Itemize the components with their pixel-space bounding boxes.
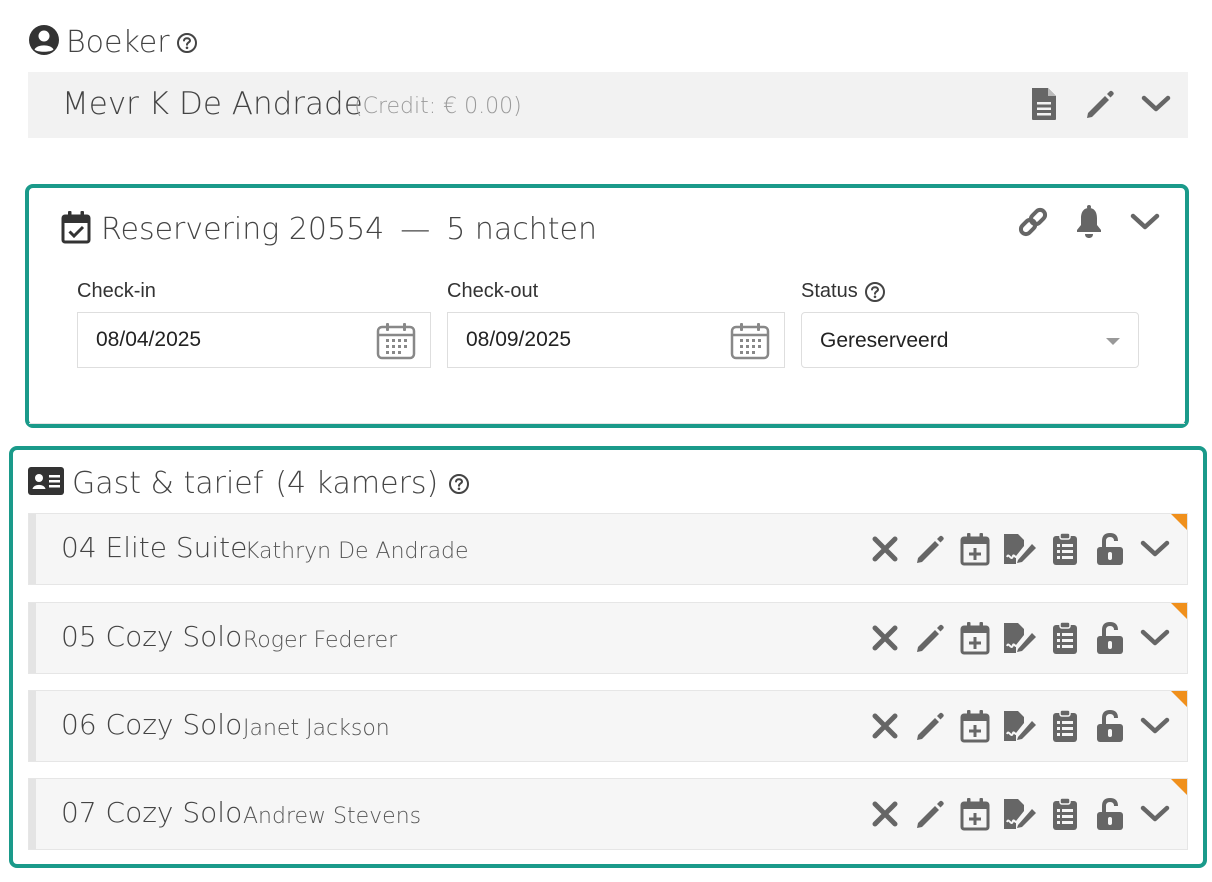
room-actions	[867, 708, 1173, 744]
clipboard-list-icon[interactable]	[1047, 708, 1083, 744]
booker-name: Mevr K De Andrade	[62, 86, 363, 122]
row-accent-bar	[29, 514, 36, 584]
row-accent-bar	[29, 603, 36, 673]
clipboard-list-icon[interactable]	[1047, 531, 1083, 567]
guest-name: Andrew Stevens	[243, 804, 422, 829]
pencil-icon[interactable]	[1082, 86, 1118, 122]
question-circle-icon[interactable]	[864, 281, 886, 303]
guest-name: Roger Federer	[243, 628, 398, 653]
caret-down-icon	[1106, 338, 1120, 345]
room-name: 06 Cozy Solo	[61, 708, 243, 741]
x-icon[interactable]	[867, 531, 903, 567]
guests-title: Gast & tarief	[72, 466, 264, 501]
checkout-input[interactable]	[464, 327, 708, 353]
reservation-header: Reservering 20554 — 5 nachten	[61, 210, 597, 249]
reservation-actions	[1015, 204, 1163, 240]
unlock-icon[interactable]	[1092, 531, 1128, 567]
divider	[29, 423, 1185, 424]
room-actions	[867, 531, 1173, 567]
status-select[interactable]: Gereserveerd	[801, 312, 1139, 368]
chevron-down-icon[interactable]	[1137, 796, 1173, 832]
chevron-down-icon[interactable]	[1137, 620, 1173, 656]
corner-flag	[1171, 514, 1187, 530]
calendar-plus-icon[interactable]	[957, 796, 993, 832]
x-icon[interactable]	[867, 796, 903, 832]
guests-panel: Gast & tarief (4 kamers) 04 Elite Suite …	[9, 446, 1207, 868]
signature-icon[interactable]	[1002, 796, 1038, 832]
room-row[interactable]: 05 Cozy Solo Roger Federer	[28, 602, 1188, 674]
room-name: 07 Cozy Solo	[61, 796, 243, 829]
reservation-separator: —	[400, 212, 431, 247]
checkout-label-text: Check-out	[447, 280, 539, 302]
unlock-icon[interactable]	[1092, 620, 1128, 656]
bell-icon[interactable]	[1071, 204, 1107, 240]
row-accent-bar	[29, 779, 36, 849]
calendar-plus-icon[interactable]	[957, 531, 993, 567]
document-icon[interactable]	[1026, 86, 1062, 122]
pencil-icon[interactable]	[912, 708, 948, 744]
calendar-icon[interactable]	[376, 322, 416, 365]
booker-bar: Mevr K De Andrade (Credit: € 0.00)	[28, 72, 1188, 138]
reservation-nights: 5 nachten	[446, 212, 598, 247]
room-actions	[867, 796, 1173, 832]
clipboard-list-icon[interactable]	[1047, 796, 1083, 832]
room-name: 04 Elite Suite	[61, 531, 248, 564]
chevron-down-icon[interactable]	[1127, 204, 1163, 240]
question-circle-icon[interactable]	[448, 467, 470, 500]
calendar-plus-icon[interactable]	[957, 620, 993, 656]
booker-credit: (Credit: € 0.00)	[354, 94, 522, 119]
booker-title: Boeker	[66, 24, 170, 60]
corner-flag	[1171, 691, 1187, 707]
chevron-down-icon[interactable]	[1138, 86, 1174, 122]
booker-section-title: Boeker	[28, 22, 198, 62]
guest-name: Janet Jackson	[243, 716, 390, 741]
checkout-label: Check-out	[447, 280, 538, 303]
calendar-plus-icon[interactable]	[957, 708, 993, 744]
room-actions	[867, 620, 1173, 656]
booker-actions	[1026, 86, 1174, 122]
signature-icon[interactable]	[1002, 708, 1038, 744]
checkin-input[interactable]	[94, 327, 338, 353]
guest-name: Kathryn De Andrade	[245, 539, 469, 564]
checkin-label-text: Check-in	[77, 280, 156, 302]
clipboard-list-icon[interactable]	[1047, 620, 1083, 656]
guests-room-count: (4 kamers)	[275, 466, 439, 501]
signature-icon[interactable]	[1002, 620, 1038, 656]
chevron-down-icon[interactable]	[1137, 708, 1173, 744]
pencil-icon[interactable]	[912, 620, 948, 656]
reservation-panel: Reservering 20554 — 5 nachten Check-in 0…	[25, 184, 1189, 428]
room-name: 05 Cozy Solo	[61, 620, 243, 653]
question-circle-icon[interactable]	[176, 26, 198, 59]
room-row[interactable]: 04 Elite Suite Kathryn De Andrade	[28, 513, 1188, 585]
user-circle-icon	[28, 24, 60, 61]
room-row[interactable]: 07 Cozy Solo Andrew Stevens	[28, 778, 1188, 850]
x-icon[interactable]	[867, 708, 903, 744]
x-icon[interactable]	[867, 620, 903, 656]
pencil-icon[interactable]	[912, 796, 948, 832]
reservation-title: Reservering 20554	[101, 212, 385, 247]
corner-flag	[1171, 779, 1187, 795]
checkin-field[interactable]	[77, 312, 431, 368]
row-accent-bar	[29, 691, 36, 761]
id-card-icon	[28, 467, 64, 500]
chevron-down-icon[interactable]	[1137, 531, 1173, 567]
status-label-text: Status	[801, 280, 858, 302]
pencil-icon[interactable]	[912, 531, 948, 567]
guests-header: Gast & tarief (4 kamers)	[28, 466, 470, 501]
signature-icon[interactable]	[1002, 531, 1038, 567]
corner-flag	[1171, 603, 1187, 619]
room-row[interactable]: 06 Cozy Solo Janet Jackson	[28, 690, 1188, 762]
status-selected-value: Gereserveerd	[820, 329, 949, 352]
status-label: Status	[801, 280, 886, 303]
calendar-icon[interactable]	[730, 322, 770, 365]
calendar-check-icon	[61, 210, 91, 249]
checkin-label: Check-in	[77, 280, 156, 303]
unlock-icon[interactable]	[1092, 708, 1128, 744]
checkout-field[interactable]	[447, 312, 785, 368]
unlock-icon[interactable]	[1092, 796, 1128, 832]
link-icon[interactable]	[1015, 204, 1051, 240]
